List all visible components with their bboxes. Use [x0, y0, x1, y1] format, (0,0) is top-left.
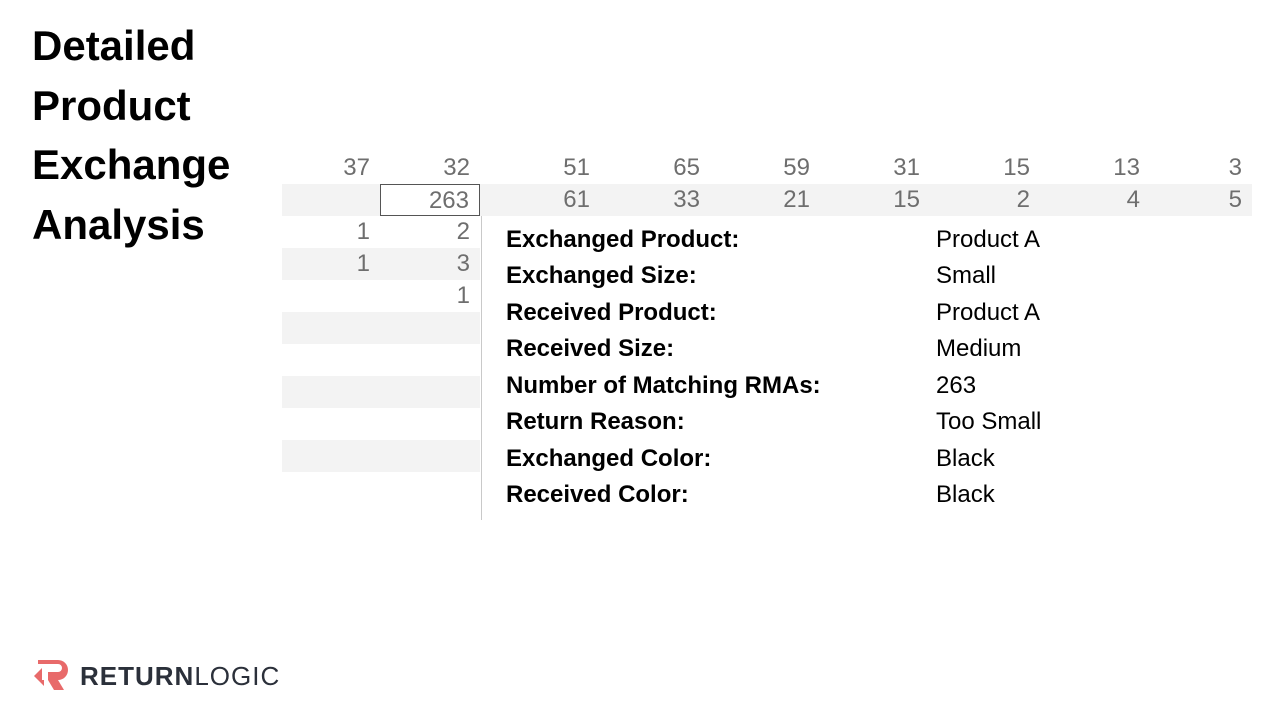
grid-cell[interactable]: [282, 184, 380, 216]
grid-cell: [380, 344, 480, 376]
grid-cell[interactable]: 1: [282, 248, 380, 280]
grid-cell: [380, 440, 480, 472]
grid-cell: [282, 376, 380, 408]
tooltip-label: Exchanged Size:: [506, 258, 936, 294]
cell-tooltip: Exchanged Product: Product A Exchanged S…: [506, 222, 1166, 514]
tooltip-label: Exchanged Product:: [506, 222, 936, 258]
grid-cell[interactable]: 4: [1040, 184, 1150, 216]
grid-cell[interactable]: 3: [380, 248, 480, 280]
returnlogic-icon: [32, 656, 72, 696]
grid-cell: [380, 312, 480, 344]
tooltip-label: Received Product:: [506, 295, 936, 331]
tooltip-value: Medium: [936, 331, 1166, 367]
grid-cell[interactable]: 1: [282, 216, 380, 248]
grid-cell[interactable]: 3: [1150, 152, 1252, 184]
grid-cell[interactable]: 51: [480, 152, 600, 184]
tooltip-value: Product A: [936, 295, 1166, 331]
grid-cell[interactable]: 15: [930, 152, 1040, 184]
grid-cell-selected[interactable]: 263: [380, 184, 480, 216]
grid-cell[interactable]: 1: [380, 280, 480, 312]
grid-cell[interactable]: 61: [480, 184, 600, 216]
grid-cell: [282, 408, 380, 440]
grid-cell[interactable]: 5: [1150, 184, 1252, 216]
tooltip-value: Black: [936, 441, 1166, 477]
tooltip-label: Received Color:: [506, 477, 936, 513]
tooltip-label: Number of Matching RMAs:: [506, 368, 936, 404]
grid-cell: [282, 312, 380, 344]
page-title: DetailedProductExchangeAnalysis: [32, 16, 230, 255]
grid-cell: [282, 344, 380, 376]
grid-cell[interactable]: 65: [600, 152, 710, 184]
grid-cell: [380, 376, 480, 408]
tooltip-label: Received Size:: [506, 331, 936, 367]
grid-cell[interactable]: 33: [600, 184, 710, 216]
grid-cell[interactable]: 2: [930, 184, 1040, 216]
tooltip-value: Product A: [936, 222, 1166, 258]
grid-cell[interactable]: [282, 280, 380, 312]
grid-cell: [380, 408, 480, 440]
brand-text: RETURNLOGIC: [80, 661, 280, 692]
tooltip-label: Return Reason:: [506, 404, 936, 440]
tooltip-value: Black: [936, 477, 1166, 513]
divider: [481, 216, 482, 520]
grid-cell[interactable]: 2: [380, 216, 480, 248]
grid-cell[interactable]: 15: [820, 184, 930, 216]
tooltip-value: Too Small: [936, 404, 1166, 440]
grid-cell[interactable]: 37: [282, 152, 380, 184]
tooltip-value: 263: [936, 368, 1166, 404]
grid-cell[interactable]: 21: [710, 184, 820, 216]
tooltip-value: Small: [936, 258, 1166, 294]
grid-cell: [282, 440, 380, 472]
tooltip-label: Exchanged Color:: [506, 441, 936, 477]
grid-cell[interactable]: 13: [1040, 152, 1150, 184]
brand-logo: RETURNLOGIC: [32, 656, 280, 696]
grid-cell[interactable]: 31: [820, 152, 930, 184]
grid-cell[interactable]: 59: [710, 152, 820, 184]
grid-cell[interactable]: 32: [380, 152, 480, 184]
